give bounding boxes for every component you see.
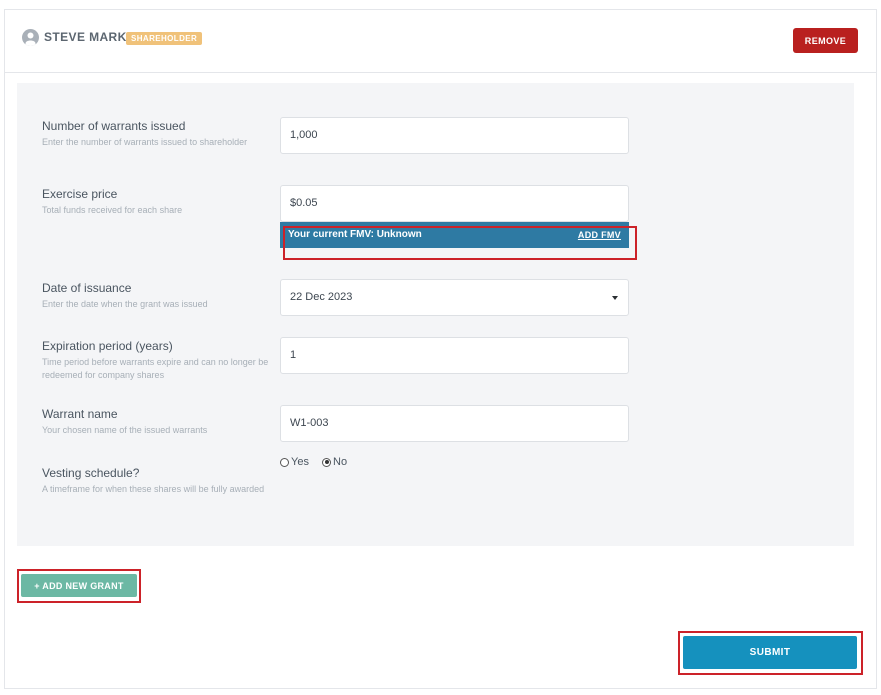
expiration-label: Expiration period (years) bbox=[42, 339, 173, 353]
vesting-yes-option[interactable]: Yes bbox=[280, 456, 309, 468]
exercise-price-label-group: Exercise price Total funds received for … bbox=[42, 187, 272, 217]
date-label: Date of issuance bbox=[42, 281, 132, 295]
warrants-help: Enter the number of warrants issued to s… bbox=[42, 137, 248, 147]
date-help: Enter the date when the grant was issued bbox=[42, 299, 208, 309]
warrant-name-help: Your chosen name of the issued warrants bbox=[42, 425, 208, 435]
date-value: 22 Dec 2023 bbox=[290, 291, 353, 303]
user-icon bbox=[22, 29, 39, 46]
vesting-no-radio[interactable] bbox=[322, 457, 332, 467]
vesting-radio-group: Yes No bbox=[280, 456, 357, 470]
shareholder-name: STEVE MARK bbox=[44, 30, 127, 44]
warrant-name-label-group: Warrant name Your chosen name of the iss… bbox=[42, 407, 272, 437]
exercise-price-label: Exercise price bbox=[42, 187, 118, 201]
warrant-name-label: Warrant name bbox=[42, 407, 118, 421]
remove-button[interactable]: REMOVE bbox=[793, 28, 858, 53]
add-grant-highlight bbox=[17, 569, 141, 603]
expiration-label-group: Expiration period (years) Time period be… bbox=[42, 339, 272, 382]
exercise-price-input[interactable]: $0.05 bbox=[280, 185, 629, 222]
vesting-label: Vesting schedule? bbox=[42, 466, 140, 480]
exercise-price-help: Total funds received for each share bbox=[42, 205, 183, 215]
warrants-label-group: Number of warrants issued Enter the numb… bbox=[42, 119, 272, 149]
role-badge: SHAREHOLDER bbox=[126, 32, 203, 45]
card-header: STEVE MARK SHAREHOLDER REMOVE bbox=[5, 10, 876, 73]
vesting-help: A timeframe for when these shares will b… bbox=[42, 484, 265, 494]
expiration-input[interactable]: 1 bbox=[280, 337, 629, 374]
fmv-highlight bbox=[283, 226, 637, 260]
vesting-yes-radio[interactable] bbox=[280, 457, 289, 467]
caret-down-icon bbox=[612, 296, 618, 300]
vesting-no-label: No bbox=[333, 456, 348, 468]
warrants-label: Number of warrants issued bbox=[42, 119, 186, 133]
date-select[interactable]: 22 Dec 2023 bbox=[280, 279, 629, 316]
vesting-label-group: Vesting schedule? A timeframe for when t… bbox=[42, 466, 272, 496]
submit-highlight bbox=[678, 631, 863, 675]
vesting-no-option[interactable]: No bbox=[322, 456, 347, 468]
warrants-input[interactable]: 1,000 bbox=[280, 117, 629, 154]
date-label-group: Date of issuance Enter the date when the… bbox=[42, 281, 272, 311]
vesting-yes-label: Yes bbox=[291, 456, 309, 468]
warrant-name-input[interactable]: W1-003 bbox=[280, 405, 629, 442]
grant-form: Number of warrants issued Enter the numb… bbox=[17, 83, 854, 546]
expiration-help: Time period before warrants expire and c… bbox=[42, 357, 269, 380]
